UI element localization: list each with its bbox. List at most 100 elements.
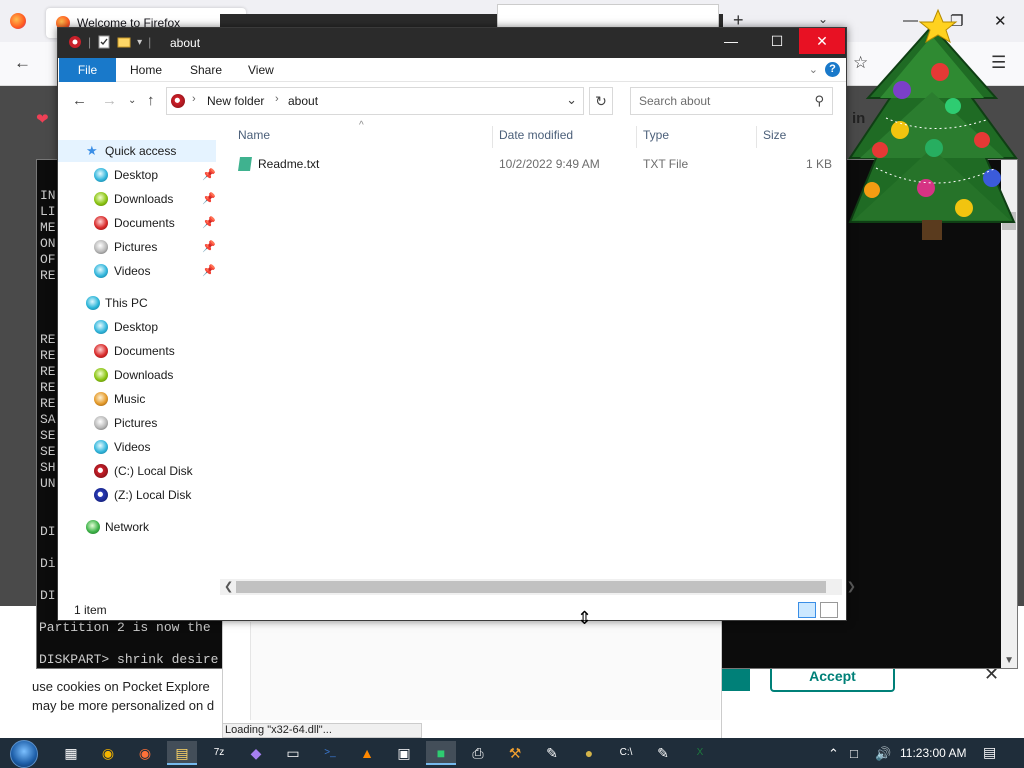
column-header-date[interactable]: Date modified [499, 128, 573, 142]
forward-arrow-icon[interactable]: → [102, 92, 117, 109]
taskbar-disc-icon[interactable]: ● [574, 741, 604, 765]
taskbar-printer-icon[interactable]: ⎙ [463, 741, 493, 765]
file-explorer-window: | ▾ | about — ☐ ✕ File Home Share View ⌄… [57, 27, 856, 621]
nav-this-pc[interactable]: This PC [58, 292, 216, 314]
refresh-button[interactable]: ↻ [589, 87, 613, 115]
horizontal-scrollbar[interactable]: ❮ ❯ [220, 579, 856, 595]
scroll-left-icon[interactable]: ❮ [224, 579, 233, 595]
start-button[interactable] [10, 740, 38, 768]
nav-qa-downloads[interactable]: Downloads 📌 [58, 188, 216, 210]
pin-icon[interactable]: 📌 [202, 236, 216, 258]
reject-button-edge[interactable] [722, 668, 750, 691]
nav-network[interactable]: Network [58, 516, 216, 538]
firefox-logo-icon[interactable] [10, 13, 26, 29]
column-header-type[interactable]: Type [643, 128, 669, 142]
nav-label: This PC [105, 296, 148, 310]
customize-toolbar-icon[interactable]: ▾ [137, 37, 142, 48]
taskbar: ▦ ◉ ◉ ▤ 7z ◆ ▭ >_ ▲ ▣ ■ ⎙ ⚒ ✎ ● C:\ ✎ X ⌃ □ 🔊 11:23:00 AM… [0, 738, 1024, 768]
nav-pc-downloads[interactable]: Downloads [58, 364, 216, 386]
column-divider[interactable] [492, 126, 493, 148]
text-file-icon [238, 157, 252, 171]
nav-label: Documents [114, 216, 175, 230]
details-view-icon[interactable] [798, 602, 816, 618]
nav-pc-music[interactable]: Music [58, 388, 216, 410]
maximize-button[interactable]: ☐ [754, 28, 800, 54]
properties-icon[interactable] [97, 35, 111, 49]
nav-pc-c-local-disk[interactable]: (C:) Local Disk [58, 460, 216, 482]
taskbar-powershell-icon[interactable]: >_ [315, 741, 345, 765]
pin-icon[interactable]: 📌 [202, 164, 216, 186]
taskbar-tools-icon[interactable]: ⚒ [500, 741, 530, 765]
taskbar-notepad-plus-icon[interactable]: ✎ [648, 741, 678, 765]
expand-ribbon-icon[interactable]: ⌄ [809, 63, 818, 76]
taskbar-screenshot-icon[interactable]: ▣ [389, 741, 419, 765]
taskbar-cmd-icon[interactable]: C:\ [611, 741, 641, 765]
nav-qa-videos[interactable]: Videos 📌 [58, 260, 216, 282]
minimize-button[interactable]: — [708, 28, 754, 54]
recent-locations-icon[interactable]: ⌄ [128, 95, 136, 106]
tab-file[interactable]: File [59, 58, 116, 82]
breadcrumb-new-folder[interactable]: New folder [207, 94, 264, 108]
address-bar[interactable]: › New folder › about ⌄ [166, 87, 584, 115]
chevron-right-icon[interactable]: › [192, 93, 196, 105]
taskbar-7zip-icon[interactable]: 7z [204, 741, 234, 765]
file-name: Readme.txt [258, 157, 320, 171]
nav-pc-videos[interactable]: Videos [58, 436, 216, 458]
horizontal-scroll-thumb[interactable] [236, 581, 826, 593]
column-divider[interactable] [756, 126, 757, 148]
taskbar-vlc-icon[interactable]: ▲ [352, 741, 382, 765]
chevron-right-icon[interactable]: › [275, 93, 279, 105]
taskbar-excel-icon[interactable]: X [685, 741, 715, 765]
up-arrow-icon[interactable]: ↑ [147, 92, 155, 109]
nav-pc-z-local-disk[interactable]: (Z:) Local Disk [58, 484, 216, 506]
taskbar-file-explorer-icon[interactable]: ▤ [167, 741, 197, 765]
network-tray-icon[interactable]: □ [850, 746, 858, 761]
explorer-titlebar[interactable]: | ▾ | about — ☐ ✕ [58, 28, 846, 58]
taskbar-window-icon[interactable]: ▭ [278, 741, 308, 765]
tab-view[interactable]: View [236, 58, 286, 82]
nav-pc-documents[interactable]: Documents [58, 340, 216, 362]
search-icon[interactable]: ⚲ [814, 93, 824, 109]
pin-icon[interactable]: 📌 [202, 188, 216, 210]
close-button[interactable]: ✕ [799, 28, 845, 54]
nav-quick-access[interactable]: ★ Quick access [58, 140, 216, 162]
column-divider[interactable] [636, 126, 637, 148]
nav-pc-desktop[interactable]: Desktop [58, 316, 216, 338]
show-hidden-icons-icon[interactable]: ⌃ [828, 746, 839, 762]
nav-pc-pictures[interactable]: Pictures [58, 412, 216, 434]
address-dropdown-icon[interactable]: ⌄ [566, 92, 577, 108]
nav-qa-desktop[interactable]: Desktop 📌 [58, 164, 216, 186]
notifications-icon[interactable]: ▤ [983, 744, 996, 761]
taskbar-chrome-icon[interactable]: ◉ [93, 741, 123, 765]
volume-icon[interactable]: 🔊 [875, 746, 891, 762]
back-icon[interactable]: ← [14, 53, 31, 73]
scroll-down-icon[interactable]: ▼ [1004, 655, 1014, 666]
cookie-text-line2: may be more personalized on d [32, 698, 215, 713]
nav-qa-pictures[interactable]: Pictures 📌 [58, 236, 216, 258]
scroll-right-icon[interactable]: ❯ [847, 579, 856, 595]
taskbar-app-green-icon[interactable]: ■ [426, 741, 456, 765]
taskbar-paint-icon[interactable]: ✎ [537, 741, 567, 765]
taskbar-visual-studio-icon[interactable]: ◆ [241, 741, 271, 765]
desktop-icon [94, 320, 108, 334]
column-header-name[interactable]: Name [238, 128, 270, 142]
nav-label: Videos [114, 264, 151, 278]
nav-qa-documents[interactable]: Documents 📌 [58, 212, 216, 234]
tab-share[interactable]: Share [178, 58, 234, 82]
taskbar-task-view-icon[interactable]: ▦ [56, 741, 86, 765]
breadcrumb-about[interactable]: about [288, 94, 318, 108]
help-icon[interactable]: ? [825, 62, 840, 77]
pin-icon[interactable]: 📌 [202, 260, 216, 282]
taskbar-firefox-icon[interactable]: ◉ [130, 741, 160, 765]
new-folder-icon[interactable] [117, 35, 131, 49]
tab-home[interactable]: Home [118, 58, 174, 82]
clock[interactable]: 11:23:00 AM [900, 746, 967, 760]
file-row[interactable]: Readme.txt 10/2/2022 9:49 AM TXT File 1 … [236, 154, 836, 174]
search-input[interactable]: Search about ⚲ [630, 87, 833, 115]
back-arrow-icon[interactable]: ← [72, 92, 87, 109]
list-all-tabs-icon[interactable]: ⌄ [818, 12, 828, 26]
christmas-tree-image [848, 8, 1018, 240]
pin-icon[interactable]: 📌 [202, 212, 216, 234]
column-header-size[interactable]: Size [763, 128, 786, 142]
large-icons-view-icon[interactable] [820, 602, 838, 618]
